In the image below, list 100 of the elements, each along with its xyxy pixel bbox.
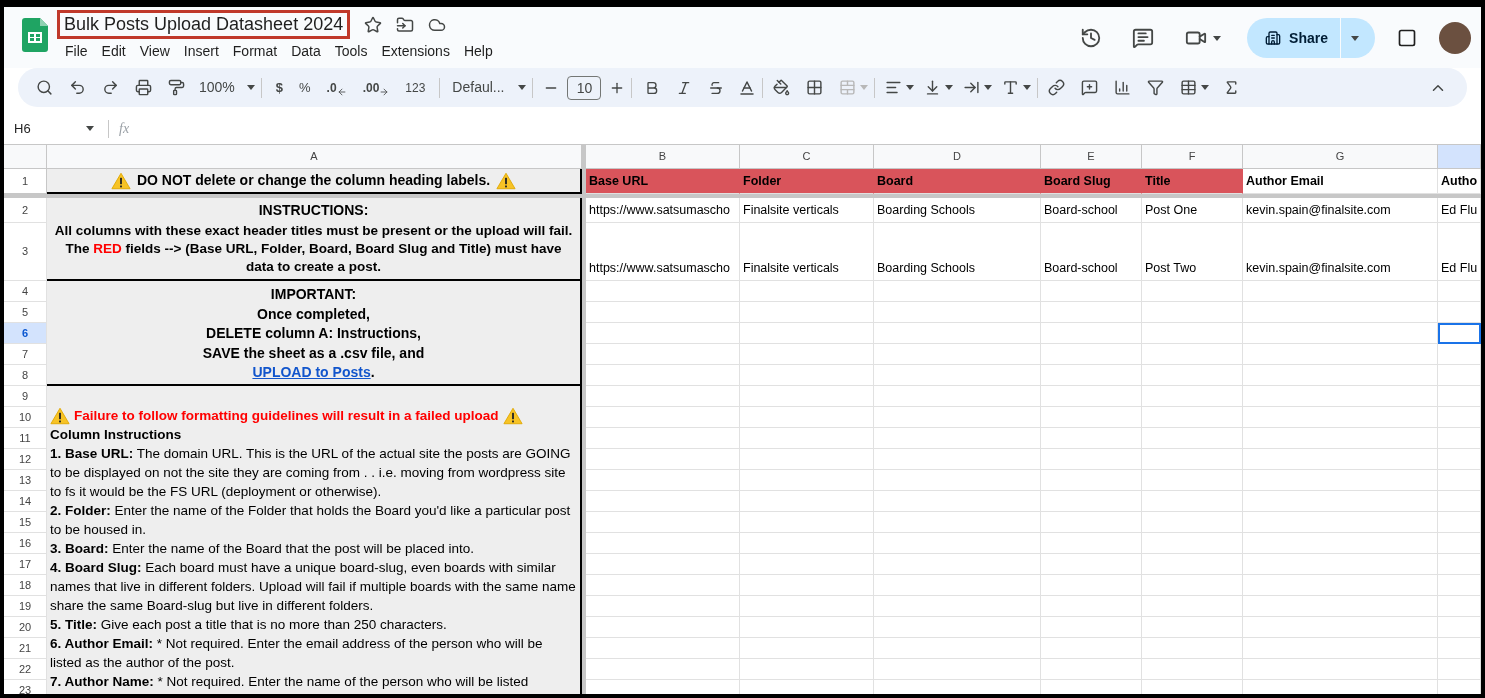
empty-cell — [1438, 638, 1481, 659]
font-size-field[interactable]: 10 — [567, 75, 602, 100]
strikethrough-icon[interactable] — [708, 79, 725, 96]
row-header[interactable]: 3 — [4, 223, 47, 281]
row-header[interactable]: 4 — [4, 281, 47, 302]
empty-cell — [1438, 575, 1481, 596]
history-icon[interactable] — [1080, 27, 1103, 49]
align-icon[interactable] — [885, 79, 903, 96]
column-header[interactable]: D — [874, 145, 1041, 169]
row-header[interactable]: 10 — [4, 407, 47, 428]
row-header[interactable]: 1 — [4, 169, 47, 194]
redo-icon[interactable] — [102, 79, 119, 96]
required-fields-text: The RED fields --> (Base URL, Folder, Board, Board Slug and Title) must have data to create a post. — [64, 240, 563, 276]
chart-icon[interactable] — [1114, 79, 1132, 96]
increase-decimal-button[interactable]: .00 — [362, 78, 390, 97]
header-cell: Folder — [740, 169, 874, 194]
menu-item[interactable]: Insert — [177, 41, 225, 61]
row-header[interactable]: 18 — [4, 575, 47, 596]
caret-icon[interactable] — [984, 85, 993, 90]
caret-icon[interactable] — [1351, 35, 1359, 41]
print-icon[interactable] — [135, 79, 152, 96]
empty-cell — [1438, 281, 1481, 302]
caret-icon[interactable] — [1213, 35, 1222, 41]
row-header[interactable]: 5 — [4, 302, 47, 323]
paint-roller-icon[interactable] — [168, 79, 185, 96]
percent-button[interactable]: % — [299, 77, 311, 98]
empty-cell — [1438, 596, 1481, 617]
add-comment-icon[interactable] — [1081, 79, 1099, 96]
search-icon[interactable] — [36, 79, 53, 96]
currency-button[interactable]: $ — [275, 77, 284, 98]
cell-reference[interactable]: H6 — [4, 118, 102, 139]
empty-cell — [1438, 491, 1481, 512]
zoom-dropdown[interactable]: 100% — [199, 77, 255, 98]
font-dropdown[interactable]: Defaul... — [452, 77, 527, 98]
square-icon[interactable] — [1397, 28, 1417, 48]
row-header[interactable]: 13 — [4, 470, 47, 491]
menu-item[interactable]: Format — [226, 41, 284, 61]
upload-link[interactable]: UPLOAD to Posts — [252, 364, 371, 380]
fill-color-icon[interactable] — [773, 79, 791, 96]
text-color-icon[interactable] — [738, 78, 757, 97]
filter-icon[interactable] — [1147, 79, 1165, 96]
row-header[interactable]: 17 — [4, 554, 47, 575]
folder-icon[interactable] — [396, 15, 415, 34]
row-header[interactable]: 14 — [4, 491, 47, 512]
row-header[interactable]: 9 — [4, 386, 47, 407]
caret-icon[interactable] — [246, 85, 255, 90]
instructions-heading: INSTRUCTIONS: — [258, 201, 369, 219]
row-header[interactable]: 21 — [4, 638, 47, 659]
borders-icon[interactable] — [806, 79, 824, 96]
column-header[interactable]: G — [1243, 145, 1438, 169]
row-header[interactable]: 15 — [4, 512, 47, 533]
arrow-left-icon — [336, 86, 347, 97]
decrease-decimal-button[interactable]: .0 — [326, 78, 347, 97]
undo-icon[interactable] — [69, 79, 86, 96]
menu-item[interactable]: Edit — [95, 41, 132, 61]
spreadsheet-logo[interactable] — [22, 18, 48, 52]
row-header[interactable]: 20 — [4, 617, 47, 638]
caret-icon[interactable] — [86, 126, 94, 131]
table-icon[interactable] — [1180, 79, 1198, 96]
avatar[interactable] — [1439, 22, 1471, 54]
row-header[interactable]: 2 — [4, 198, 47, 223]
instructions-text: All columns with these exact header titles must be present or the upload will fail. — [54, 222, 573, 240]
row-header[interactable]: 8 — [4, 365, 47, 386]
column-header[interactable]: C — [740, 145, 874, 169]
text-rotation-icon[interactable] — [1002, 79, 1020, 96]
row-header[interactable]: 6 — [4, 323, 47, 344]
caret-icon[interactable] — [518, 85, 527, 90]
column-header[interactable]: E — [1041, 145, 1142, 169]
row-header[interactable]: 19 — [4, 596, 47, 617]
number-format-button[interactable]: 123 — [405, 78, 426, 97]
menu-item[interactable]: Extensions — [375, 41, 456, 61]
menu-item[interactable]: View — [133, 41, 176, 61]
menu-item[interactable]: Help — [457, 41, 499, 61]
caret-icon[interactable] — [1201, 85, 1210, 90]
menu-item[interactable]: Tools — [328, 41, 374, 61]
share-button[interactable]: Share — [1247, 18, 1340, 58]
comment-icon[interactable] — [1132, 27, 1155, 49]
row-header[interactable]: 16 — [4, 533, 47, 554]
column-instructions-heading: Column Instructions — [50, 426, 183, 444]
column-header[interactable]: B — [586, 145, 740, 169]
column-header[interactable]: F — [1142, 145, 1243, 169]
empty-cell — [1438, 470, 1481, 491]
caret-icon[interactable] — [1023, 85, 1032, 90]
row-header[interactable]: 12 — [4, 449, 47, 470]
row-header[interactable]: 22 — [4, 659, 47, 680]
caret-icon[interactable] — [906, 85, 915, 90]
caret-icon[interactable] — [945, 85, 954, 90]
column-instruction: 4. Board Slug: Each board must have a unique board-slug, even boards with similar names that live in different folders. Upload will fail if multiple boards with the same name share the same Board-slug but live in different folders. — [50, 559, 577, 615]
header-cell: Base URL — [586, 169, 740, 194]
active-cell[interactable] — [1438, 323, 1481, 344]
column-header[interactable]: A — [47, 145, 582, 169]
text-wrap-icon[interactable] — [963, 79, 981, 96]
link-icon[interactable] — [1048, 79, 1066, 96]
empty-cell — [1438, 449, 1481, 470]
row-header[interactable]: 11 — [4, 428, 47, 449]
menu-item[interactable]: Data — [285, 41, 327, 61]
star-icon[interactable] — [364, 15, 383, 34]
document-title[interactable]: Bulk Posts Upload Datasheet 2024 — [57, 10, 351, 39]
menu-item[interactable]: File — [59, 41, 94, 61]
row-header[interactable]: 7 — [4, 344, 47, 365]
